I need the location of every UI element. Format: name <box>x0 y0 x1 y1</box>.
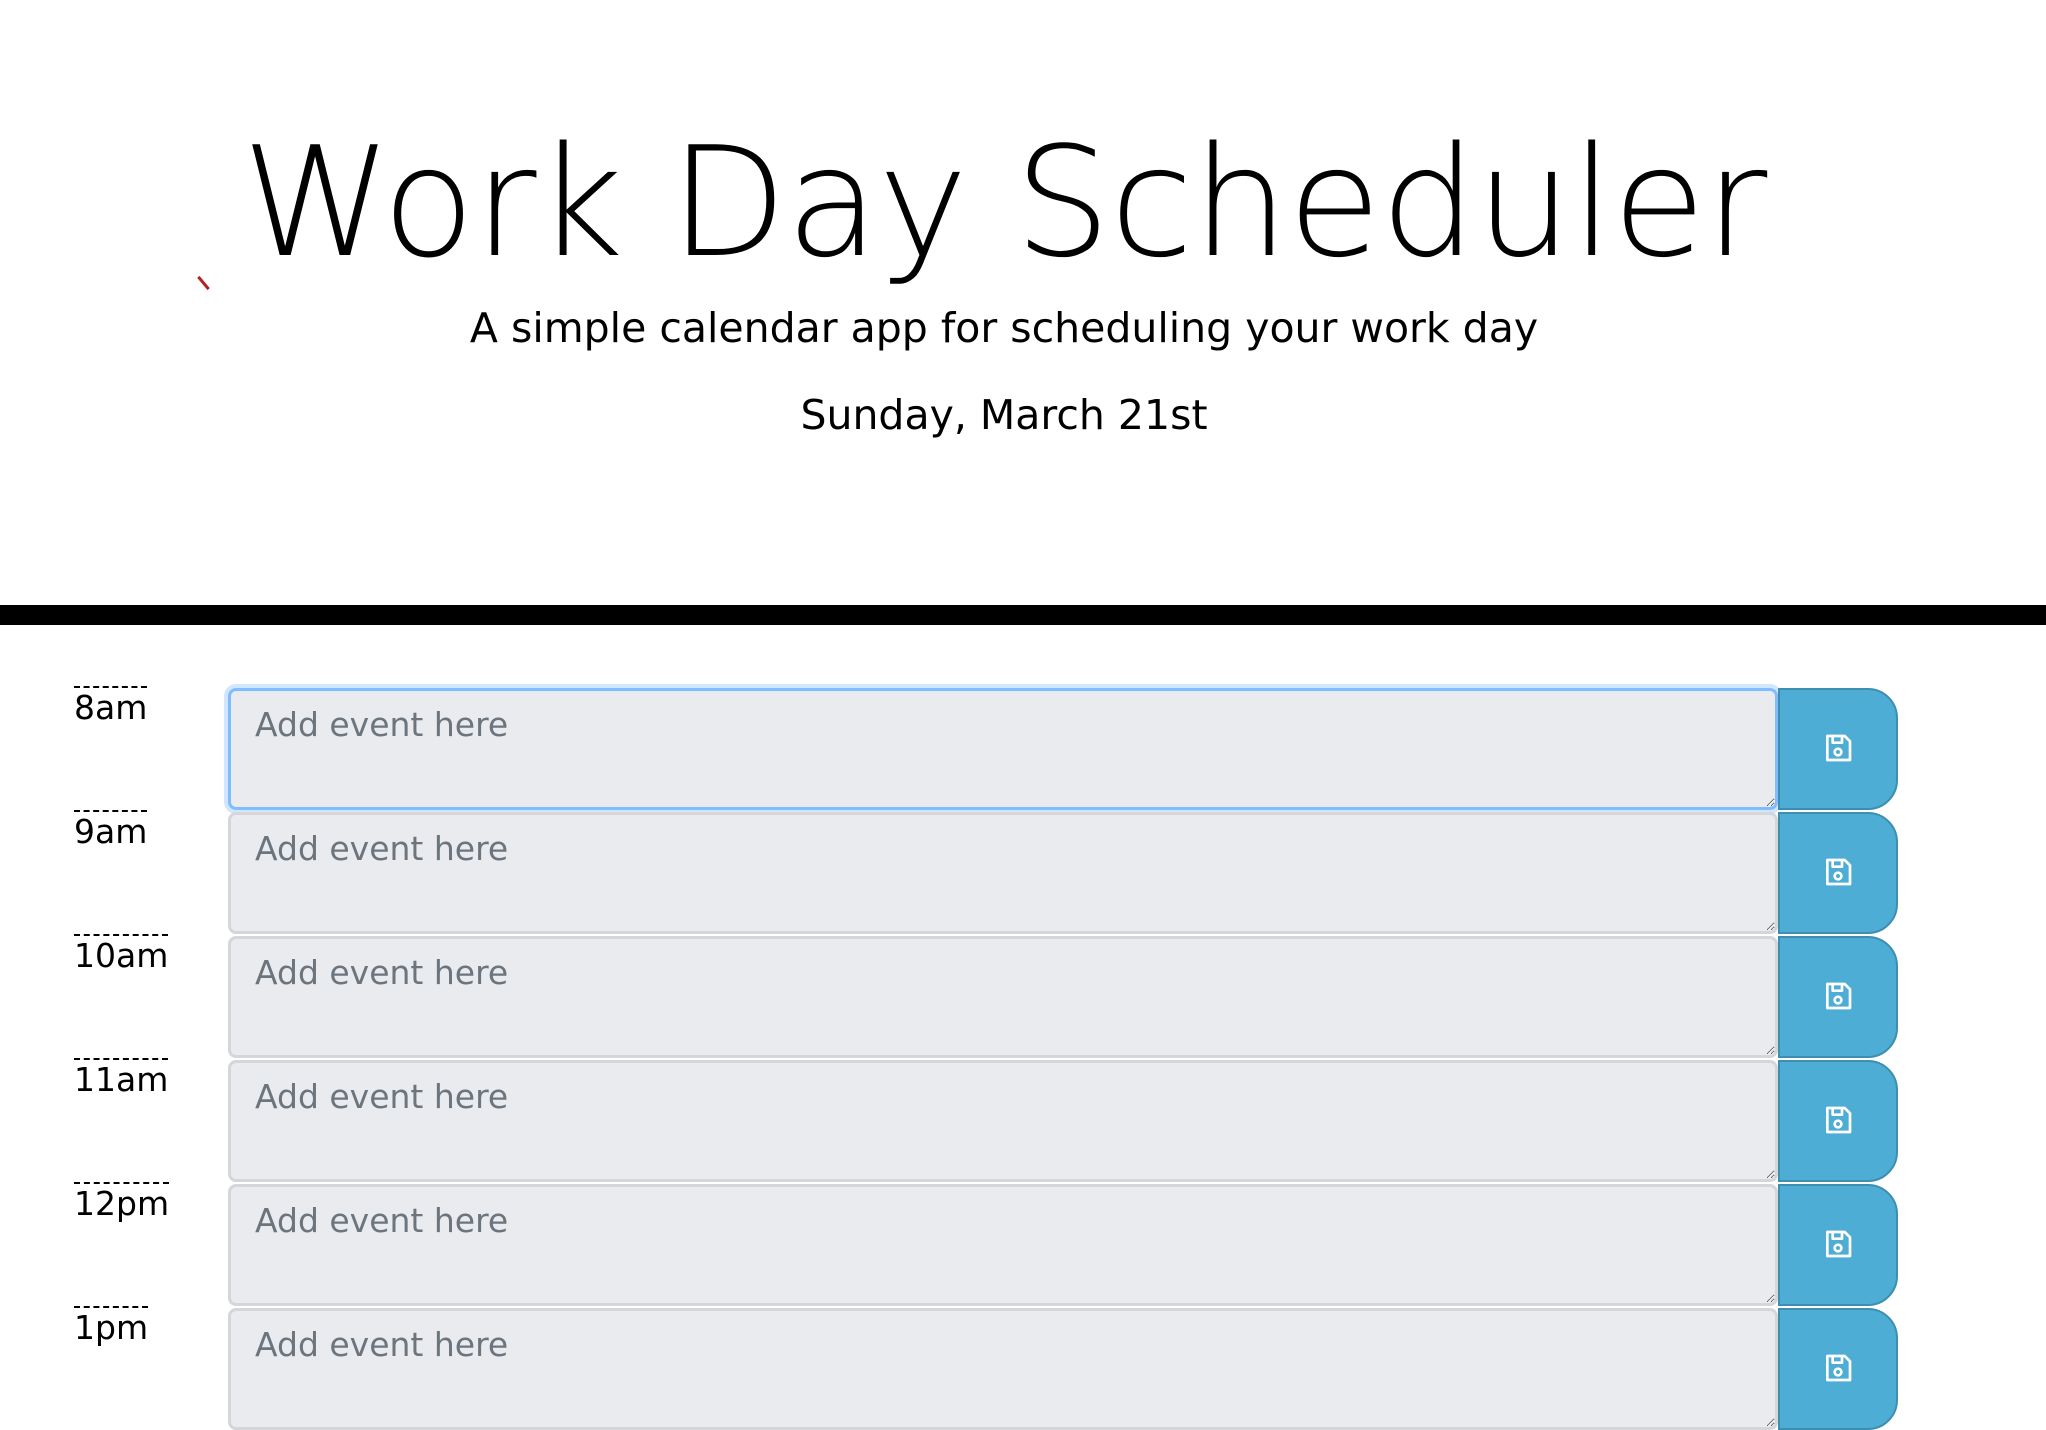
hour-label: 11am <box>74 1058 169 1099</box>
floppy-disk-icon <box>1822 1104 1854 1139</box>
floppy-disk-icon <box>1822 980 1854 1015</box>
time-block: 11am <box>0 1058 2046 1182</box>
save-button[interactable] <box>1778 688 1898 810</box>
time-block: 12pm <box>0 1182 2046 1306</box>
page-title: Work Day Scheduler <box>241 114 1768 291</box>
floppy-disk-icon <box>1822 856 1854 891</box>
floppy-disk-icon <box>1822 732 1854 767</box>
current-day: Sunday, March 21st <box>800 391 1208 439</box>
page-subtitle: A simple calendar app for scheduling you… <box>469 304 1539 352</box>
event-input[interactable] <box>228 1184 1778 1306</box>
time-block: 10am <box>0 934 2046 1058</box>
time-block: 9am <box>0 810 2046 934</box>
hour-label: 9am <box>74 810 148 851</box>
hour-label: 10am <box>74 934 169 975</box>
hour-label: 1pm <box>74 1306 149 1347</box>
time-block: 8am <box>0 686 2046 810</box>
event-input[interactable] <box>228 812 1778 934</box>
save-button[interactable] <box>1778 1060 1898 1182</box>
save-button[interactable] <box>1778 1308 1898 1430</box>
time-block: 1pm <box>0 1306 2046 1430</box>
save-button[interactable] <box>1778 936 1898 1058</box>
hour-label: 12pm <box>74 1182 170 1223</box>
save-button[interactable] <box>1778 1184 1898 1306</box>
floppy-disk-icon <box>1822 1352 1854 1387</box>
event-input[interactable] <box>228 936 1778 1058</box>
event-input[interactable] <box>228 1060 1778 1182</box>
save-button[interactable] <box>1778 812 1898 934</box>
floppy-disk-icon <box>1822 1228 1854 1263</box>
hour-label: 8am <box>74 686 148 727</box>
page-header: Work Day Scheduler A simple calendar app… <box>0 0 2046 625</box>
time-block-list: 8am 9am 10am 11am <box>0 686 2046 1430</box>
event-input[interactable] <box>228 1308 1778 1430</box>
event-input[interactable] <box>228 688 1778 810</box>
